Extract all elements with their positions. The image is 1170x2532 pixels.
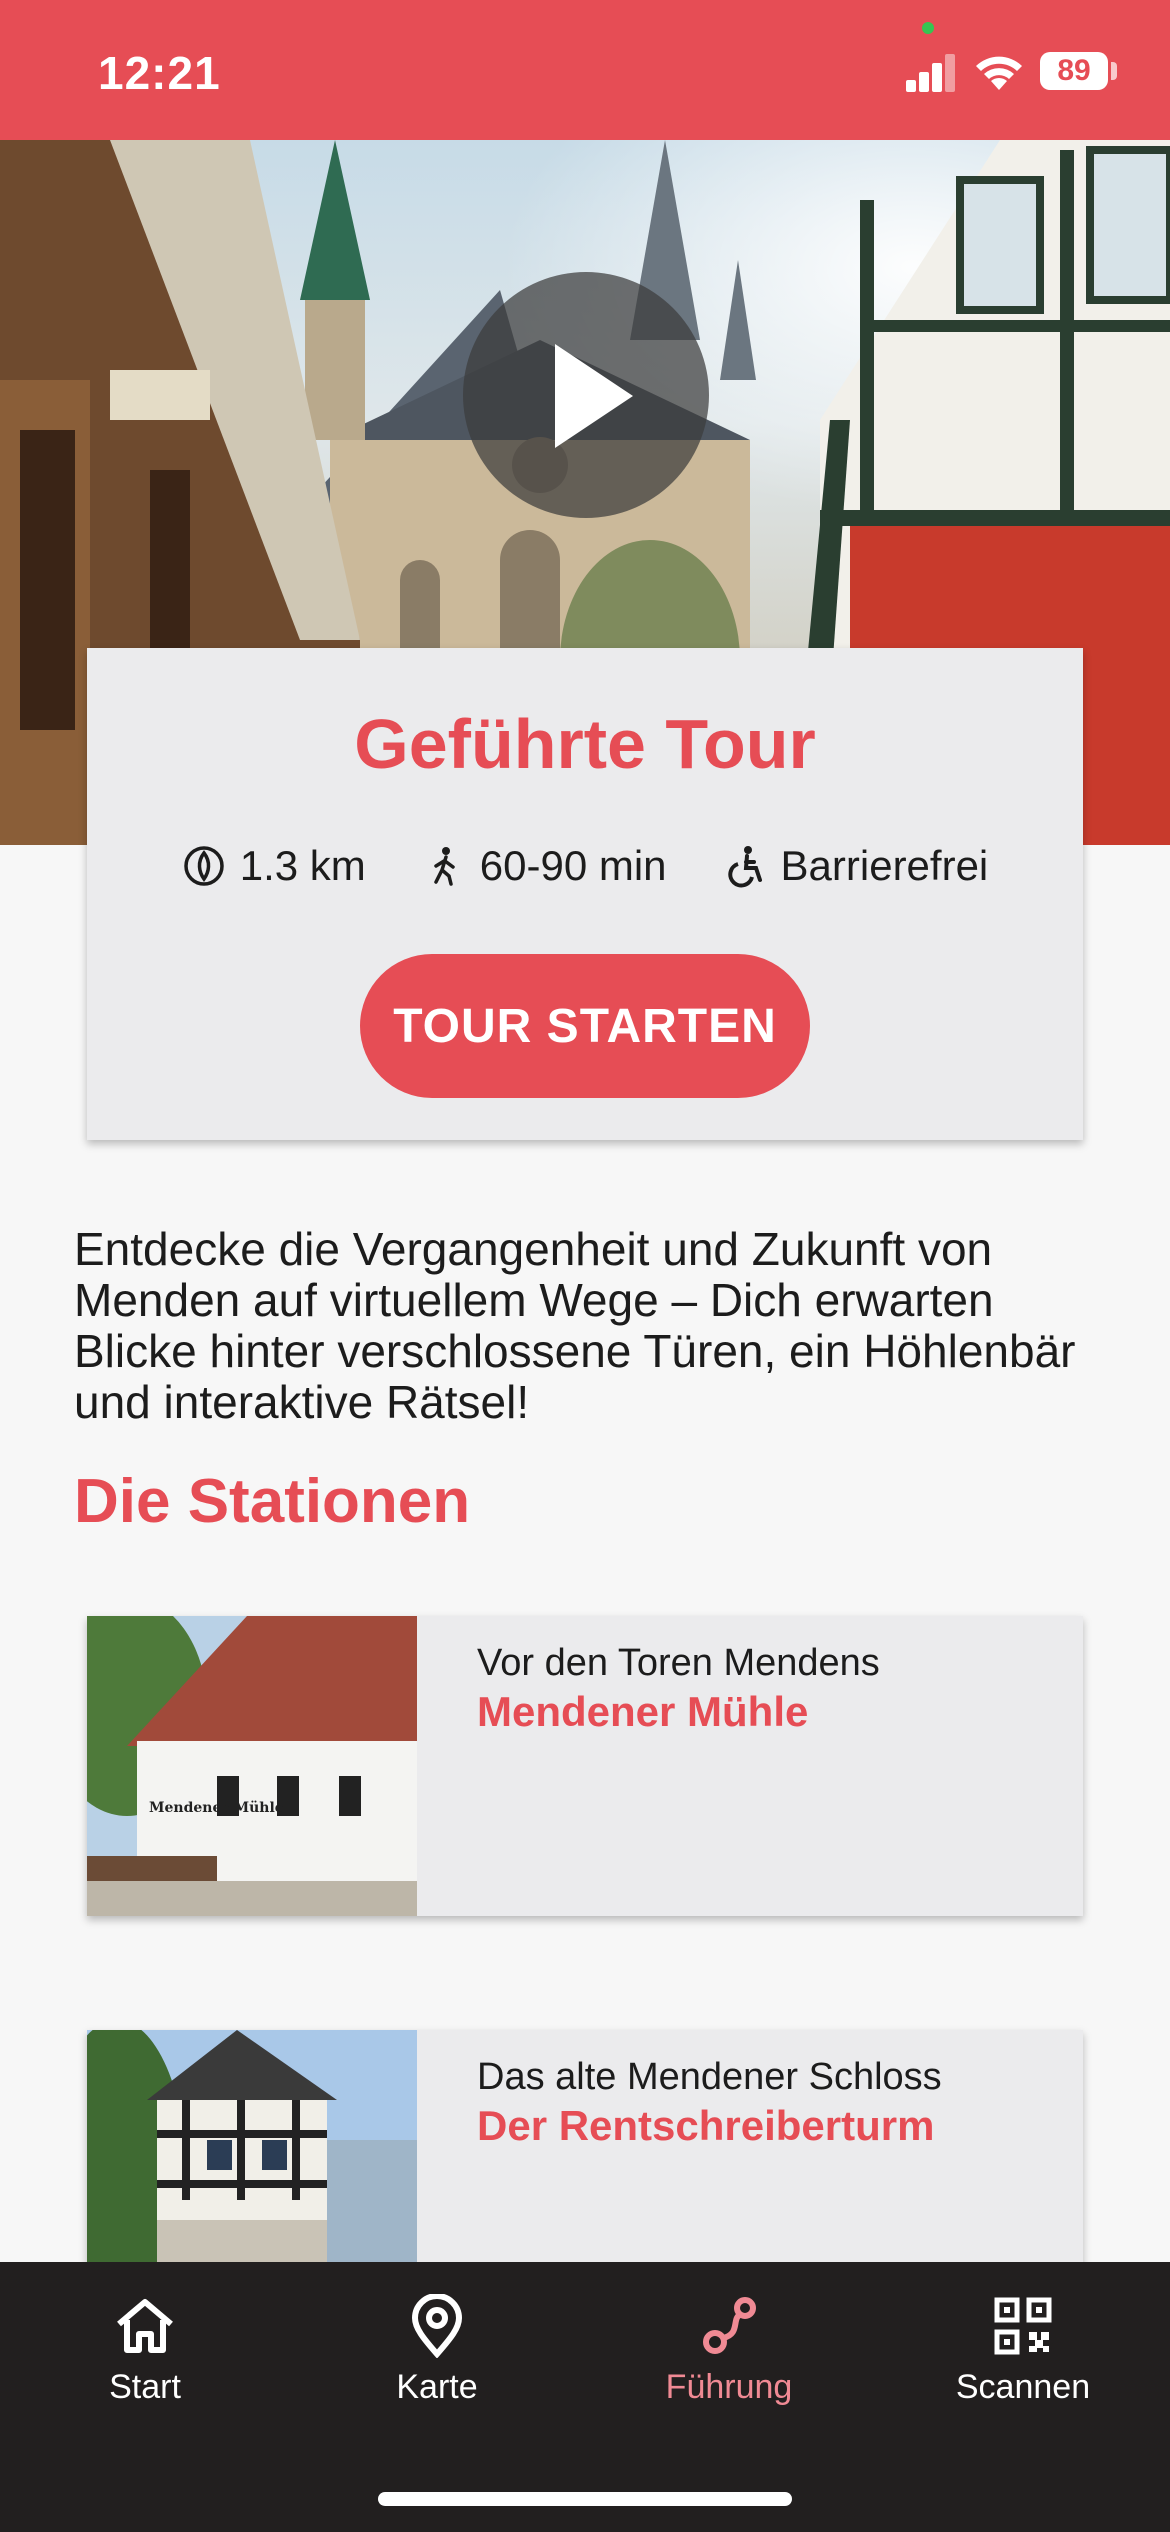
tour-card: Geführte Tour 1.3 km 60-90 min Barrieref…: [87, 648, 1083, 1140]
distance-icon: [183, 846, 224, 886]
tab-karte[interactable]: Karte: [327, 2294, 547, 2407]
tour-title: Geführte Tour: [354, 705, 816, 783]
tab-label: Karte: [396, 2368, 478, 2406]
route-icon: [703, 2297, 756, 2354]
play-icon: [555, 344, 633, 448]
tab-label: Scannen: [955, 2368, 1091, 2406]
tab-scannen[interactable]: Scannen: [913, 2294, 1133, 2407]
walking-icon: [434, 847, 455, 886]
start-tour-button[interactable]: TOUR STARTEN: [360, 954, 810, 1098]
station-name: Der Rentschreiberturm: [477, 2102, 935, 2149]
map-pin-icon: [411, 2294, 463, 2358]
station-card-mendener-muehle[interactable]: Mendener Mühle Vor den Toren Mendens Men…: [87, 1616, 1083, 1916]
distance-value: 1.3 km: [239, 842, 366, 889]
battery-icon: 89: [1040, 52, 1108, 90]
tab-label: Start: [109, 2368, 181, 2406]
home-indicator[interactable]: [378, 2492, 792, 2506]
wifi-icon: [976, 56, 1022, 90]
tour-meta: 1.3 km 60-90 min Barrierefrei: [87, 842, 1083, 890]
station-subtitle: Vor den Toren Mendens: [477, 1642, 880, 1684]
cellular-signal-icon: [906, 52, 956, 92]
station-name: Mendener Mühle: [477, 1688, 809, 1735]
tab-fuehrung[interactable]: Führung: [619, 2294, 839, 2407]
home-icon: [117, 2299, 173, 2353]
tour-distance: 1.3 km: [182, 842, 366, 890]
duration-value: 60-90 min: [479, 842, 667, 889]
accessibility-value: Barrierefrei: [780, 842, 989, 889]
wheelchair-icon: [727, 846, 762, 888]
station-sign: Mendener Mühle: [149, 1800, 284, 1816]
station-image: Mendener Mühle: [87, 1616, 417, 1916]
battery-cap: [1111, 62, 1117, 80]
play-video-button[interactable]: [463, 272, 709, 518]
status-time: 12:21: [98, 47, 221, 99]
station-subtitle: Das alte Mendener Schloss: [477, 2056, 942, 2098]
tab-label: Führung: [665, 2368, 793, 2406]
tour-accessibility: Barrierefrei: [723, 842, 989, 890]
tour-duration: 60-90 min: [422, 842, 667, 890]
tour-description: Entdecke die Vergangenheit und Zukunft v…: [74, 1223, 1076, 1428]
qr-code-icon: [994, 2297, 1052, 2355]
camera-indicator: [922, 22, 934, 34]
tab-start[interactable]: Start: [35, 2294, 255, 2407]
status-bar: 12:21 89: [0, 0, 1170, 140]
stations-heading: Die Stationen: [74, 1467, 471, 1536]
